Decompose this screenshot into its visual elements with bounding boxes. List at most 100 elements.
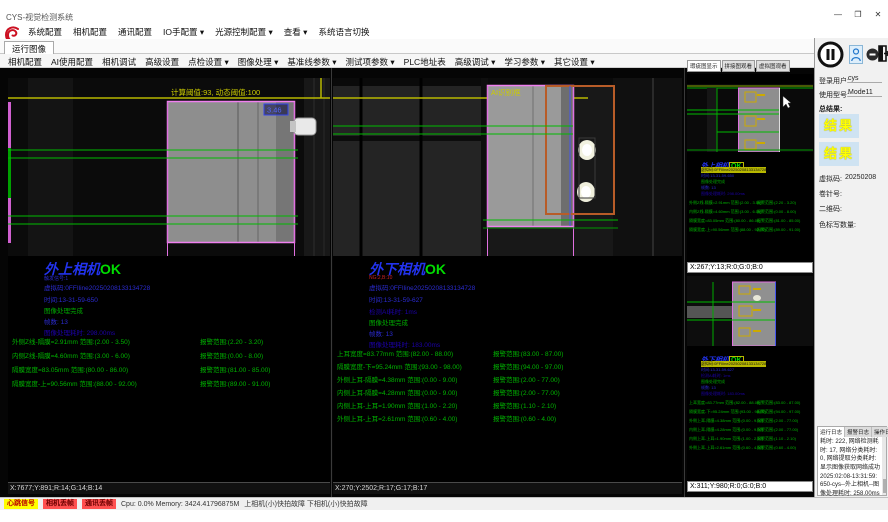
- close-button[interactable]: ✕: [872, 10, 884, 19]
- tool-ai-config[interactable]: AI使用配置: [51, 56, 93, 68]
- log-panel: 运行日志 报警日志 操作日志 耗时: 222, 网络检测耗时: 17, 网络分类…: [817, 426, 887, 496]
- pause-button[interactable]: [817, 41, 844, 68]
- measurement-row: 内侧上耳-上耳=1.90mm 范围:(1.00 - 2.20) 报警范围:(1.…: [333, 400, 682, 413]
- camera2-ai-time: 检测AI耗时: 1ms: [369, 306, 417, 316]
- measurement-alarm: 报警范围:(89.00 - 91.00): [200, 378, 270, 388]
- measurement-row: 外侧上耳-上耳=2.61mm 范围:(0.60 - 4.00) 报警范围:(0.…: [333, 413, 682, 426]
- tab-virtual-view[interactable]: 虚拟图观看: [756, 60, 790, 72]
- thumb-measurement-row: 内侧Z线-隔膜=4.60mm 范围:(3.00 - 6.00) 报警范围:(0.…: [687, 209, 813, 218]
- thumb2-coords: X:311;Y:980;R:0;G:0;B:0: [687, 481, 813, 492]
- thumb-measurement-row: 内侧上耳-隔膜=4.28mm 范围:(0.00 - 9.00) 报警范围:(2.…: [687, 427, 813, 436]
- measurement-text: 外侧上耳-上耳=2.61mm 范围:(0.60 - 4.00): [337, 413, 457, 423]
- thumb1-image[interactable]: [687, 74, 813, 152]
- measurement-text: 内侧Z线-隔膜=4.60mm 范围:(3.00 - 6.00): [12, 350, 130, 360]
- model-label: 使用型号:: [819, 90, 849, 100]
- thumb-measurement-text: 上耳宽度=83.77mm 范围:(82.00 - 88.00): [689, 400, 760, 406]
- thumb1-coords: X:267;Y:13;R:0;G:0;B:0: [687, 262, 813, 273]
- tool-learn-params[interactable]: 学习参数 ▾: [504, 56, 545, 68]
- heartbeat-badge: 心跳信号: [4, 499, 38, 509]
- menu-item-light-config[interactable]: 光源控制配置 ▾: [215, 26, 273, 38]
- tool-other-settings[interactable]: 其它设置 ▾: [554, 56, 595, 68]
- measurement-row: 内侧上耳-隔膜=4.28mm 范围:(0.00 - 9.00) 报警范围:(2.…: [333, 387, 682, 400]
- tab-stitch-view[interactable]: 拼接图观看: [722, 60, 756, 72]
- measurement-row: 隔膜宽度-上=90.56mm 范围:(88.00 - 92.00) 报警范围:(…: [8, 378, 330, 391]
- window-title: CYS-视觉检测系统: [6, 12, 73, 23]
- menu-items: 系统配置 相机配置 通讯配置 IO手配置 ▾ 光源控制配置 ▾ 查看 ▾ 系统语…: [28, 26, 369, 38]
- log-tab-run[interactable]: 运行日志: [818, 427, 845, 437]
- model-value[interactable]: Mode11: [848, 89, 882, 97]
- user-button[interactable]: [849, 45, 863, 64]
- log-scrollbar[interactable]: [882, 437, 886, 495]
- thumb-measurement-row: 内侧上耳-上耳=1.90mm 范围:(1.00 - 2.20) 报警范围:(1.…: [687, 436, 813, 445]
- needle-number-label: 卷针号:: [819, 189, 842, 199]
- menu-item-view[interactable]: 查看 ▾: [284, 26, 308, 38]
- tool-baseline-params[interactable]: 基准线参数 ▾: [287, 56, 336, 68]
- camera2-frames: 帧数: 13: [369, 328, 393, 338]
- tool-plc-address[interactable]: PLC地址表: [404, 56, 446, 68]
- tool-test-params[interactable]: 测试项参数 ▾: [346, 56, 395, 68]
- side-panel: 登录用户: cys 使用型号: Mode11 总结果: 结果 结果 虚拟码: 2…: [814, 38, 888, 497]
- measurement-row: 外侧Z线-隔膜=2.91mm 范围:(2.00 - 3.50) 报警范围:(2.…: [8, 336, 330, 349]
- camera2-barcode: 虚拟码:0FFIline20250208133134728: [369, 282, 475, 292]
- app-window: CYS-视觉检测系统 — ❐ ✕ 系统配置 相机配置 通讯配置 IO手配置 ▾ …: [0, 0, 888, 522]
- thumb-measurement-text: 外侧上耳-上耳=2.61mm 范围:(0.60 - 4.00): [689, 445, 763, 451]
- thumb-measurement-text: 内侧上耳-隔膜=4.28mm 范围:(0.00 - 9.00): [689, 427, 763, 433]
- thumb2-image[interactable]: [687, 276, 813, 346]
- thumb2-elapsed: 图像处理耗时: 183.00ms: [701, 391, 745, 397]
- log-tab-operation[interactable]: 操作日志: [872, 427, 888, 437]
- result-box-2: 结果: [819, 142, 859, 166]
- cpu-memory-text: Cpu: 0.0% Memory: 3424.41796875M: [121, 501, 239, 508]
- thumb-measurement-alarm: 报警范围:(89.00 - 91.00): [757, 227, 800, 233]
- toolbar-items: 相机配置 AI使用配置 相机调试 高级设置 点检设置 ▾ 图像处理 ▾ 基准线参…: [8, 56, 595, 68]
- measurement-alarm: 报警范围:(94.00 - 97.00): [493, 361, 563, 371]
- menu-item-language[interactable]: 系统语言切换: [318, 26, 369, 38]
- thumb-measurement-row: 隔膜宽度-上=90.56mm 范围:(88.00 - 92.00) 报警范围:(…: [687, 227, 813, 236]
- result-box-1: 结果: [819, 114, 859, 138]
- thumb2-overlay: 外下相机OK 虚拟码:0FFIline20250208133134728 时间:…: [687, 346, 813, 481]
- thumb-measurement-text: 外侧上耳-隔膜=4.38mm 范围:(0.00 - 9.00): [689, 418, 763, 424]
- tool-image-process[interactable]: 图像处理 ▾: [238, 56, 279, 68]
- thumb-measurement-row: 隔膜宽度=83.05mm 范围:(80.00 - 86.00) 报警范围:(81…: [687, 218, 813, 227]
- camera1-done: 图像处理完成: [44, 305, 83, 315]
- exit-button[interactable]: [878, 45, 888, 67]
- camera2-image[interactable]: AI识别框: [333, 78, 682, 256]
- login-user-value[interactable]: cys: [848, 75, 882, 83]
- measurement-alarm: 报警范围:(81.00 - 85.00): [200, 364, 270, 374]
- maximize-button[interactable]: ❐: [852, 10, 864, 19]
- measurement-text: 外侧上耳-隔膜=4.38mm 范围:(0.00 - 9.00): [337, 374, 457, 384]
- thumb-measurement-alarm: 报警范围:(2.20 - 3.20): [757, 200, 796, 206]
- menu-item-io-config[interactable]: IO手配置 ▾: [163, 26, 204, 38]
- measurement-text: 上耳宽度=83.77mm 范围:(82.00 - 88.00): [337, 348, 453, 358]
- minimize-button[interactable]: —: [832, 10, 844, 19]
- measurement-alarm: 报警范围:(83.00 - 87.00): [493, 348, 563, 358]
- total-result-label: 总结果:: [819, 104, 842, 114]
- thumb-measurement-alarm: 报警范围:(94.00 - 97.00): [757, 409, 800, 415]
- tool-spot-check[interactable]: 点检设置 ▾: [188, 56, 229, 68]
- tool-advanced-debug[interactable]: 高级调试 ▾: [455, 56, 496, 68]
- measurement-alarm: 报警范围:(0.60 - 4.00): [493, 413, 556, 423]
- thumb-measurement-row: 外侧Z线-隔膜=2.91mm 范围:(2.00 - 3.50) 报警范围:(2.…: [687, 200, 813, 209]
- qrcode-label: 二维码:: [819, 204, 842, 214]
- tab-defect-view[interactable]: 瑕疵图显示: [687, 60, 721, 72]
- camera1-barcode: 虚拟码:0FFIline20250208133134728: [44, 282, 150, 292]
- menu-item-camera-config[interactable]: 相机配置: [73, 26, 107, 38]
- measurement-alarm: 报警范围:(1.10 - 2.10): [493, 400, 556, 410]
- camera1-coords: X:7677;Y:891;R:14;G:14;B:14: [8, 482, 330, 494]
- camera2-subtext: NG:2,B:10: [369, 275, 392, 281]
- thumb-measurement-text: 内侧上耳-上耳=1.90mm 范围:(1.00 - 2.20): [689, 436, 763, 442]
- camera1-image[interactable]: 3.46 计算阈值:93, 动态阈值:100: [8, 78, 330, 256]
- measurement-text: 隔膜宽度-上=90.56mm 范围:(88.00 - 92.00): [12, 378, 137, 388]
- title-bar: CYS-视觉检测系统 — ❐ ✕: [0, 0, 888, 24]
- tool-camera-config[interactable]: 相机配置: [8, 56, 42, 68]
- camera1-status: OK: [100, 261, 121, 277]
- tool-camera-debug[interactable]: 相机调试: [102, 56, 136, 68]
- measurement-row: 隔膜宽度-下=95.24mm 范围:(93.00 - 98.00) 报警范围:(…: [333, 361, 682, 374]
- menu-item-comm-config[interactable]: 通讯配置: [118, 26, 152, 38]
- thumb-measurement-text: 隔膜宽度-下=95.24mm 范围:(93.00 - 98.00): [689, 409, 766, 415]
- log-tab-alarm[interactable]: 报警日志: [845, 427, 872, 437]
- thumb-measurement-alarm: 报警范围:(0.00 - 8.00): [757, 209, 796, 215]
- comm-dropframe-badge: 通讯丢帧: [82, 499, 116, 509]
- measurement-row: 外侧上耳-隔膜=4.38mm 范围:(0.00 - 9.00) 报警范围:(2.…: [333, 374, 682, 387]
- tool-advanced-settings[interactable]: 高级设置: [145, 56, 179, 68]
- menu-item-system-config[interactable]: 系统配置: [28, 26, 62, 38]
